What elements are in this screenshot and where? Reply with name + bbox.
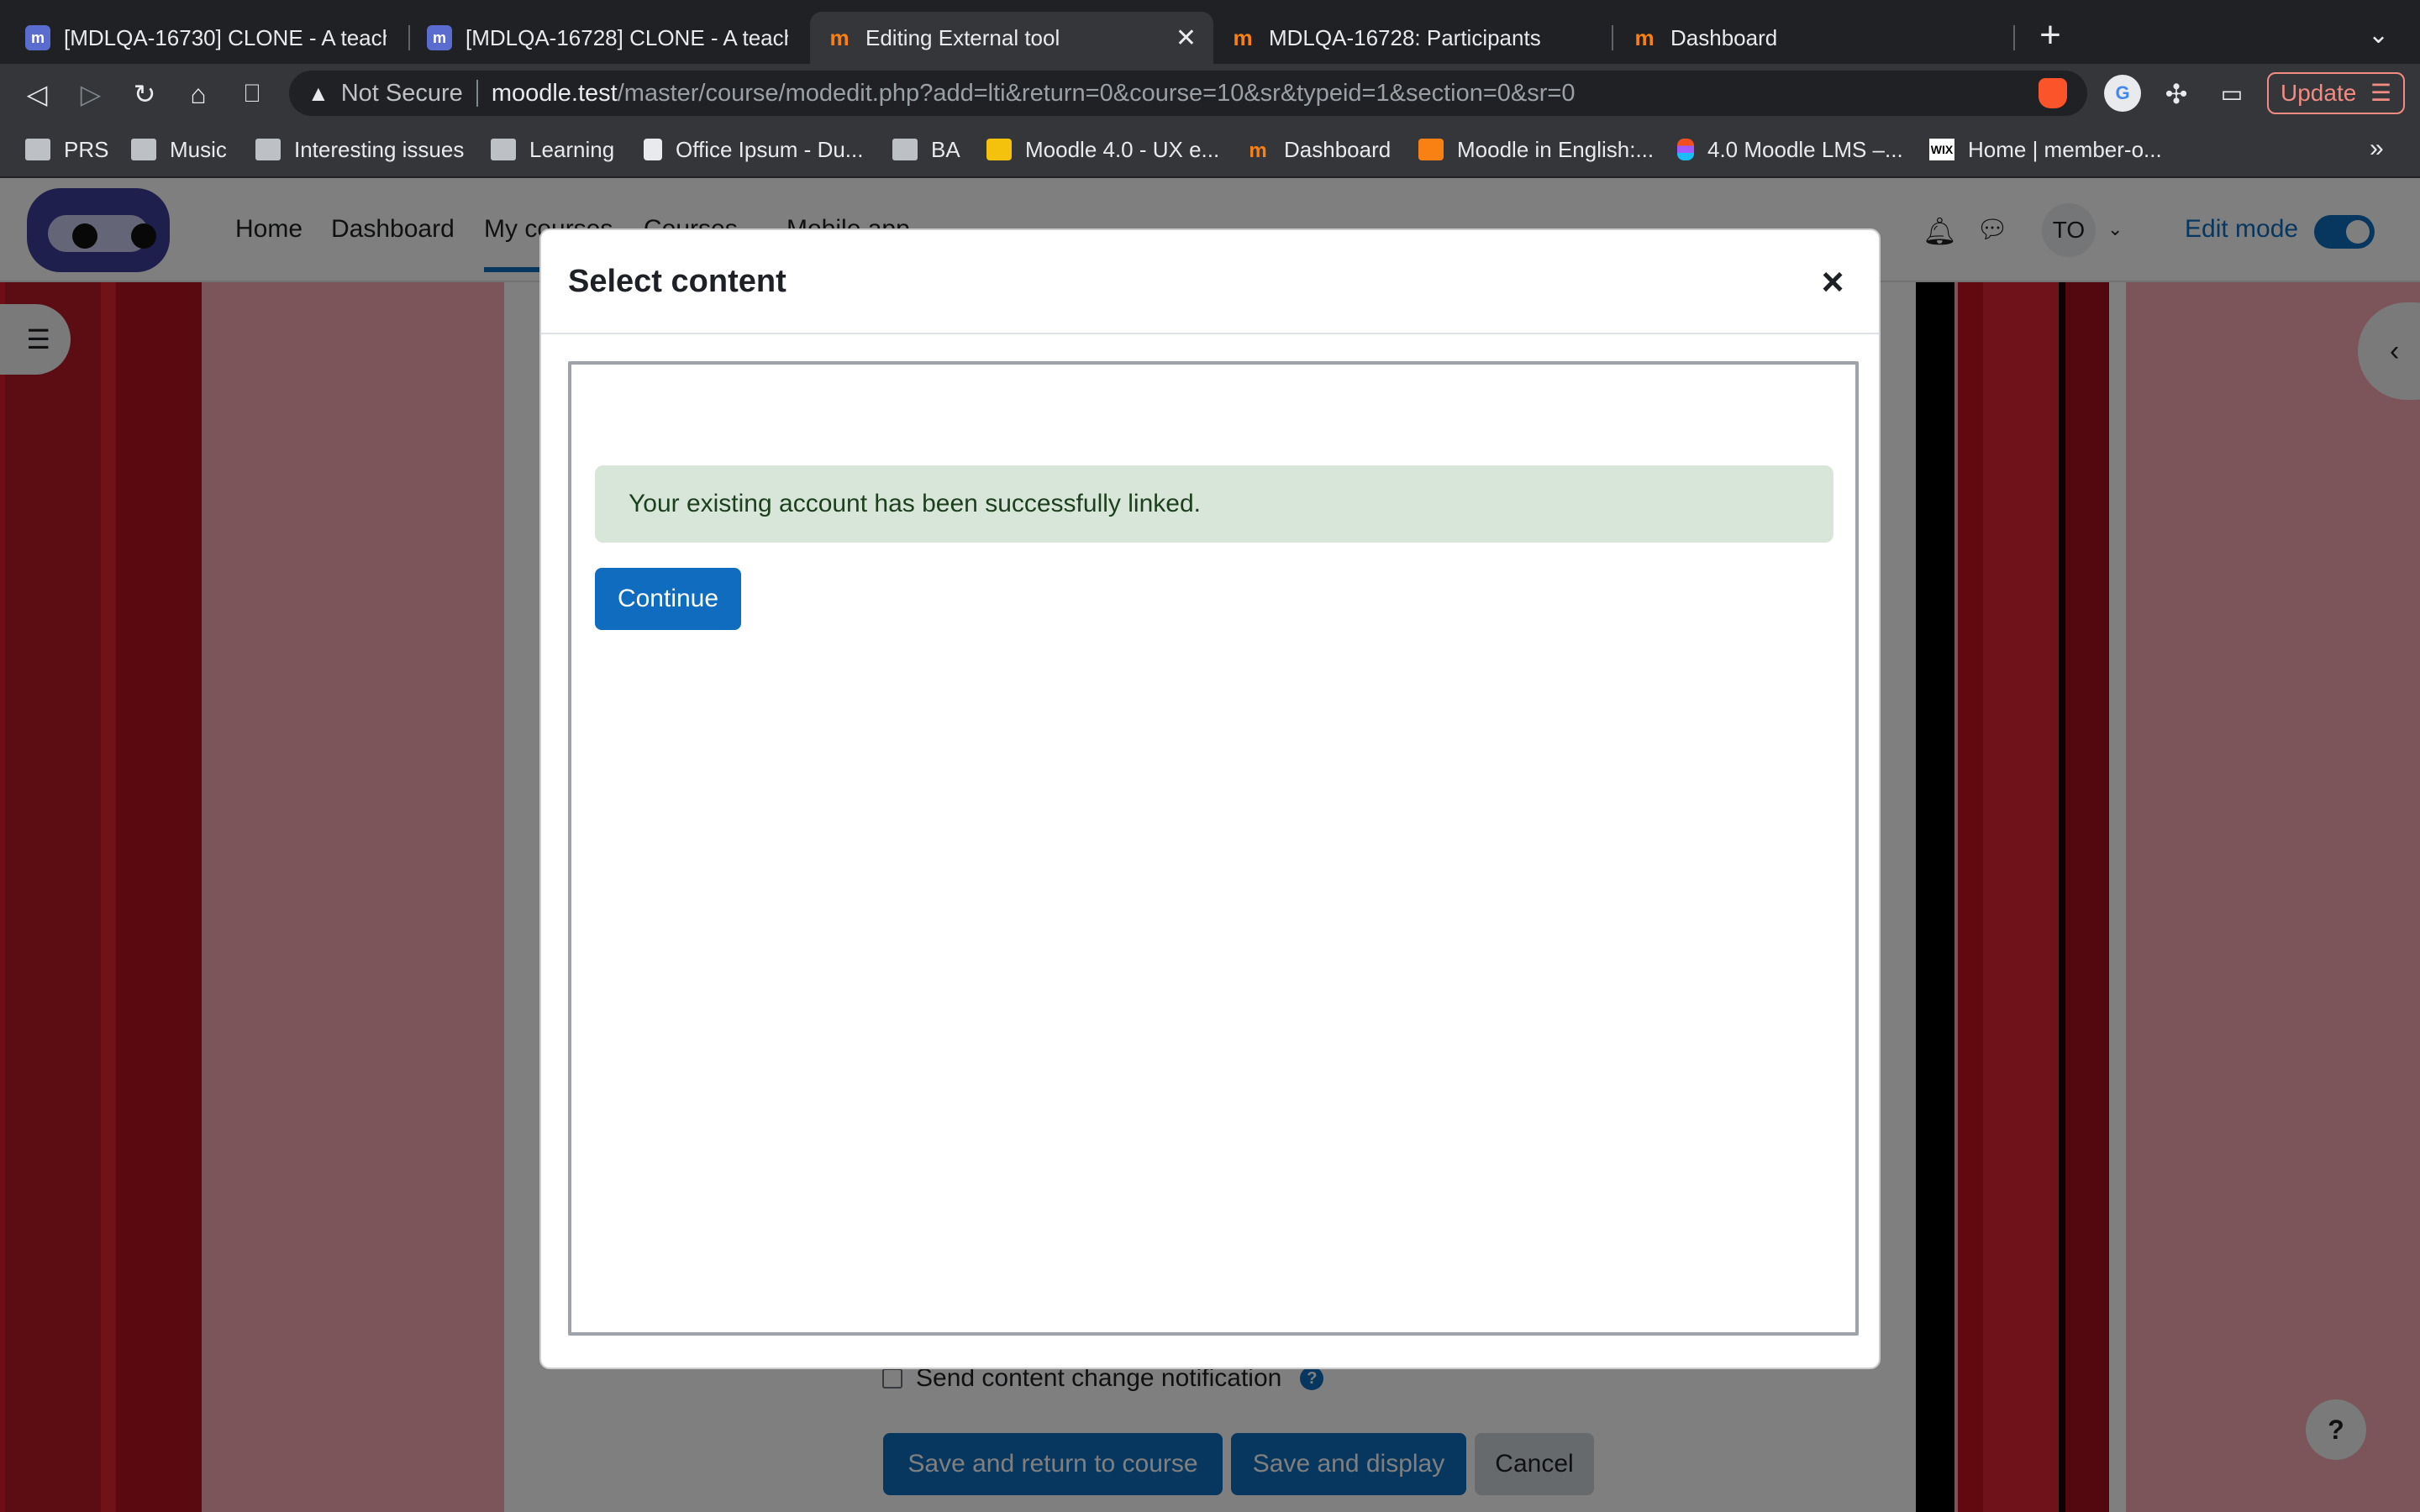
forward-arrow-icon[interactable]: ▷ <box>74 77 108 111</box>
modal-header: Select content × <box>541 230 1879 334</box>
update-label: Update <box>2281 80 2357 106</box>
new-tab-plus-icon[interactable]: + <box>2033 17 2067 54</box>
continue-button[interactable]: Continue <box>595 568 741 630</box>
close-icon[interactable]: × <box>1812 260 1854 302</box>
browser-tab-strip: m [MDLQA-16730] CLONE - A teacher m [MDL… <box>0 0 2420 64</box>
warning-triangle-icon: ▲ <box>308 80 329 106</box>
folder-icon <box>491 139 516 160</box>
bookmark-label: Music <box>170 136 227 162</box>
folder-icon <box>255 139 281 160</box>
menu-icon: ☰ <box>2370 80 2391 106</box>
browser-tab[interactable]: m [MDLQA-16730] CLONE - A teacher <box>8 12 403 64</box>
bookmark-label: Moodle in English:... <box>1457 136 1655 162</box>
brave-shields-icon[interactable] <box>2039 78 2067 108</box>
moodle-page: Home Dashboard My courses Courses Mobile… <box>0 178 2420 1512</box>
chevron-double-right-icon[interactable]: » <box>2370 134 2384 163</box>
moodle-tracker-icon: m <box>427 25 452 50</box>
bookmark-item[interactable]: WIX Home | member-o... <box>1929 134 2162 165</box>
url-host: moodle.test <box>491 79 618 107</box>
moodle-tracker-icon: m <box>25 25 50 50</box>
wallet-icon[interactable]: ▭ <box>2215 77 2249 111</box>
address-bar[interactable]: ▲ Not Secure moodle.test /master/course/… <box>289 71 2087 116</box>
browser-tab[interactable]: m MDLQA-16728: Participants <box>1213 12 1608 64</box>
bookmark-item[interactable]: Moodle in English:... <box>1418 134 1654 165</box>
translate-extension-icon[interactable]: G <box>2104 75 2141 112</box>
home-icon[interactable]: ⌂ <box>182 77 215 111</box>
back-arrow-icon[interactable]: ◁ <box>20 77 54 111</box>
tab-title: [MDLQA-16728] CLONE - A teacher <box>466 24 788 50</box>
tab-title: MDLQA-16728: Participants <box>1269 24 1541 50</box>
divider <box>476 80 478 107</box>
bookmark-label: Learning <box>529 136 615 162</box>
office-ipsum-icon <box>644 139 662 160</box>
bookmark-label: Interesting issues <box>294 136 465 162</box>
bookmark-item[interactable]: Office Ipsum - Du... <box>644 134 863 165</box>
bookmark-item[interactable]: Music <box>131 134 227 165</box>
folder-icon <box>25 139 50 160</box>
wix-icon: WIX <box>1929 139 1954 160</box>
tab-separator <box>2013 25 2015 50</box>
reload-icon[interactable]: ↻ <box>128 77 161 111</box>
bookmark-item[interactable]: 4.0 Moodle LMS –... <box>1677 134 1903 165</box>
update-button[interactable]: Update ☰ <box>2267 72 2405 114</box>
bookmark-label: PRS <box>64 136 109 162</box>
moodle-org-icon <box>1418 139 1444 160</box>
bookmark-label: 4.0 Moodle LMS –... <box>1707 136 1903 162</box>
bookmark-item[interactable]: Interesting issues <box>255 134 464 165</box>
success-alert: Your existing account has been successfu… <box>595 465 1833 543</box>
bookmark-label: Office Ipsum - Du... <box>676 136 864 162</box>
tab-title: Editing External tool <box>865 24 1060 50</box>
bookmark-label: Dashboard <box>1284 136 1392 162</box>
moodle-icon: m <box>829 24 850 50</box>
bookmark-item[interactable]: BA <box>892 134 960 165</box>
bookmark-label: Moodle 4.0 - UX e... <box>1025 136 1220 162</box>
bookmark-item[interactable]: Moodle 4.0 - UX e... <box>986 134 1219 165</box>
browser-tab[interactable]: m [MDLQA-16728] CLONE - A teacher <box>410 12 805 64</box>
browser-tab[interactable]: m Dashboard <box>1615 12 2010 64</box>
folder-icon <box>131 139 156 160</box>
bookmark-item[interactable]: PRS <box>25 134 108 165</box>
chevron-down-icon[interactable]: ⌄ <box>2368 20 2389 50</box>
moodle-icon: m <box>1233 24 1253 50</box>
moodle-icon: m <box>1634 24 1655 50</box>
bookmark-label: Home | member-o... <box>1968 136 2162 162</box>
select-content-modal: Select content × Your existing account h… <box>539 228 1881 1369</box>
bookmark-label: BA <box>931 136 960 162</box>
extensions-puzzle-icon[interactable]: ✣ <box>2160 77 2193 111</box>
moodle-icon: m <box>1249 139 1267 162</box>
url-path: /master/course/modedit.php?add=lti&retur… <box>617 79 1576 107</box>
security-label: Not Secure <box>340 79 463 107</box>
tab-title: Dashboard <box>1670 24 1778 50</box>
modal-title: Select content <box>568 264 786 299</box>
close-icon[interactable]: ✕ <box>1176 24 1197 53</box>
tab-separator <box>1612 25 1613 50</box>
bookmarks-bar: PRS Music Interesting issues Learning Of… <box>0 123 2420 178</box>
browser-tab-active[interactable]: m Editing External tool ✕ <box>810 12 1213 64</box>
slides-icon <box>986 139 1012 160</box>
bookmark-item[interactable]: m Dashboard <box>1245 134 1391 165</box>
content-iframe: Your existing account has been successfu… <box>568 361 1859 1336</box>
bookmark-icon[interactable]: ⎕ <box>235 77 269 111</box>
bookmark-item[interactable]: Learning <box>491 134 614 165</box>
browser-toolbar: ◁ ▷ ↻ ⌂ ⎕ ▲ Not Secure moodle.test /mast… <box>0 64 2420 123</box>
tab-title: [MDLQA-16730] CLONE - A teacher <box>64 24 387 50</box>
figma-icon <box>1677 139 1694 160</box>
folder-icon <box>892 139 918 160</box>
